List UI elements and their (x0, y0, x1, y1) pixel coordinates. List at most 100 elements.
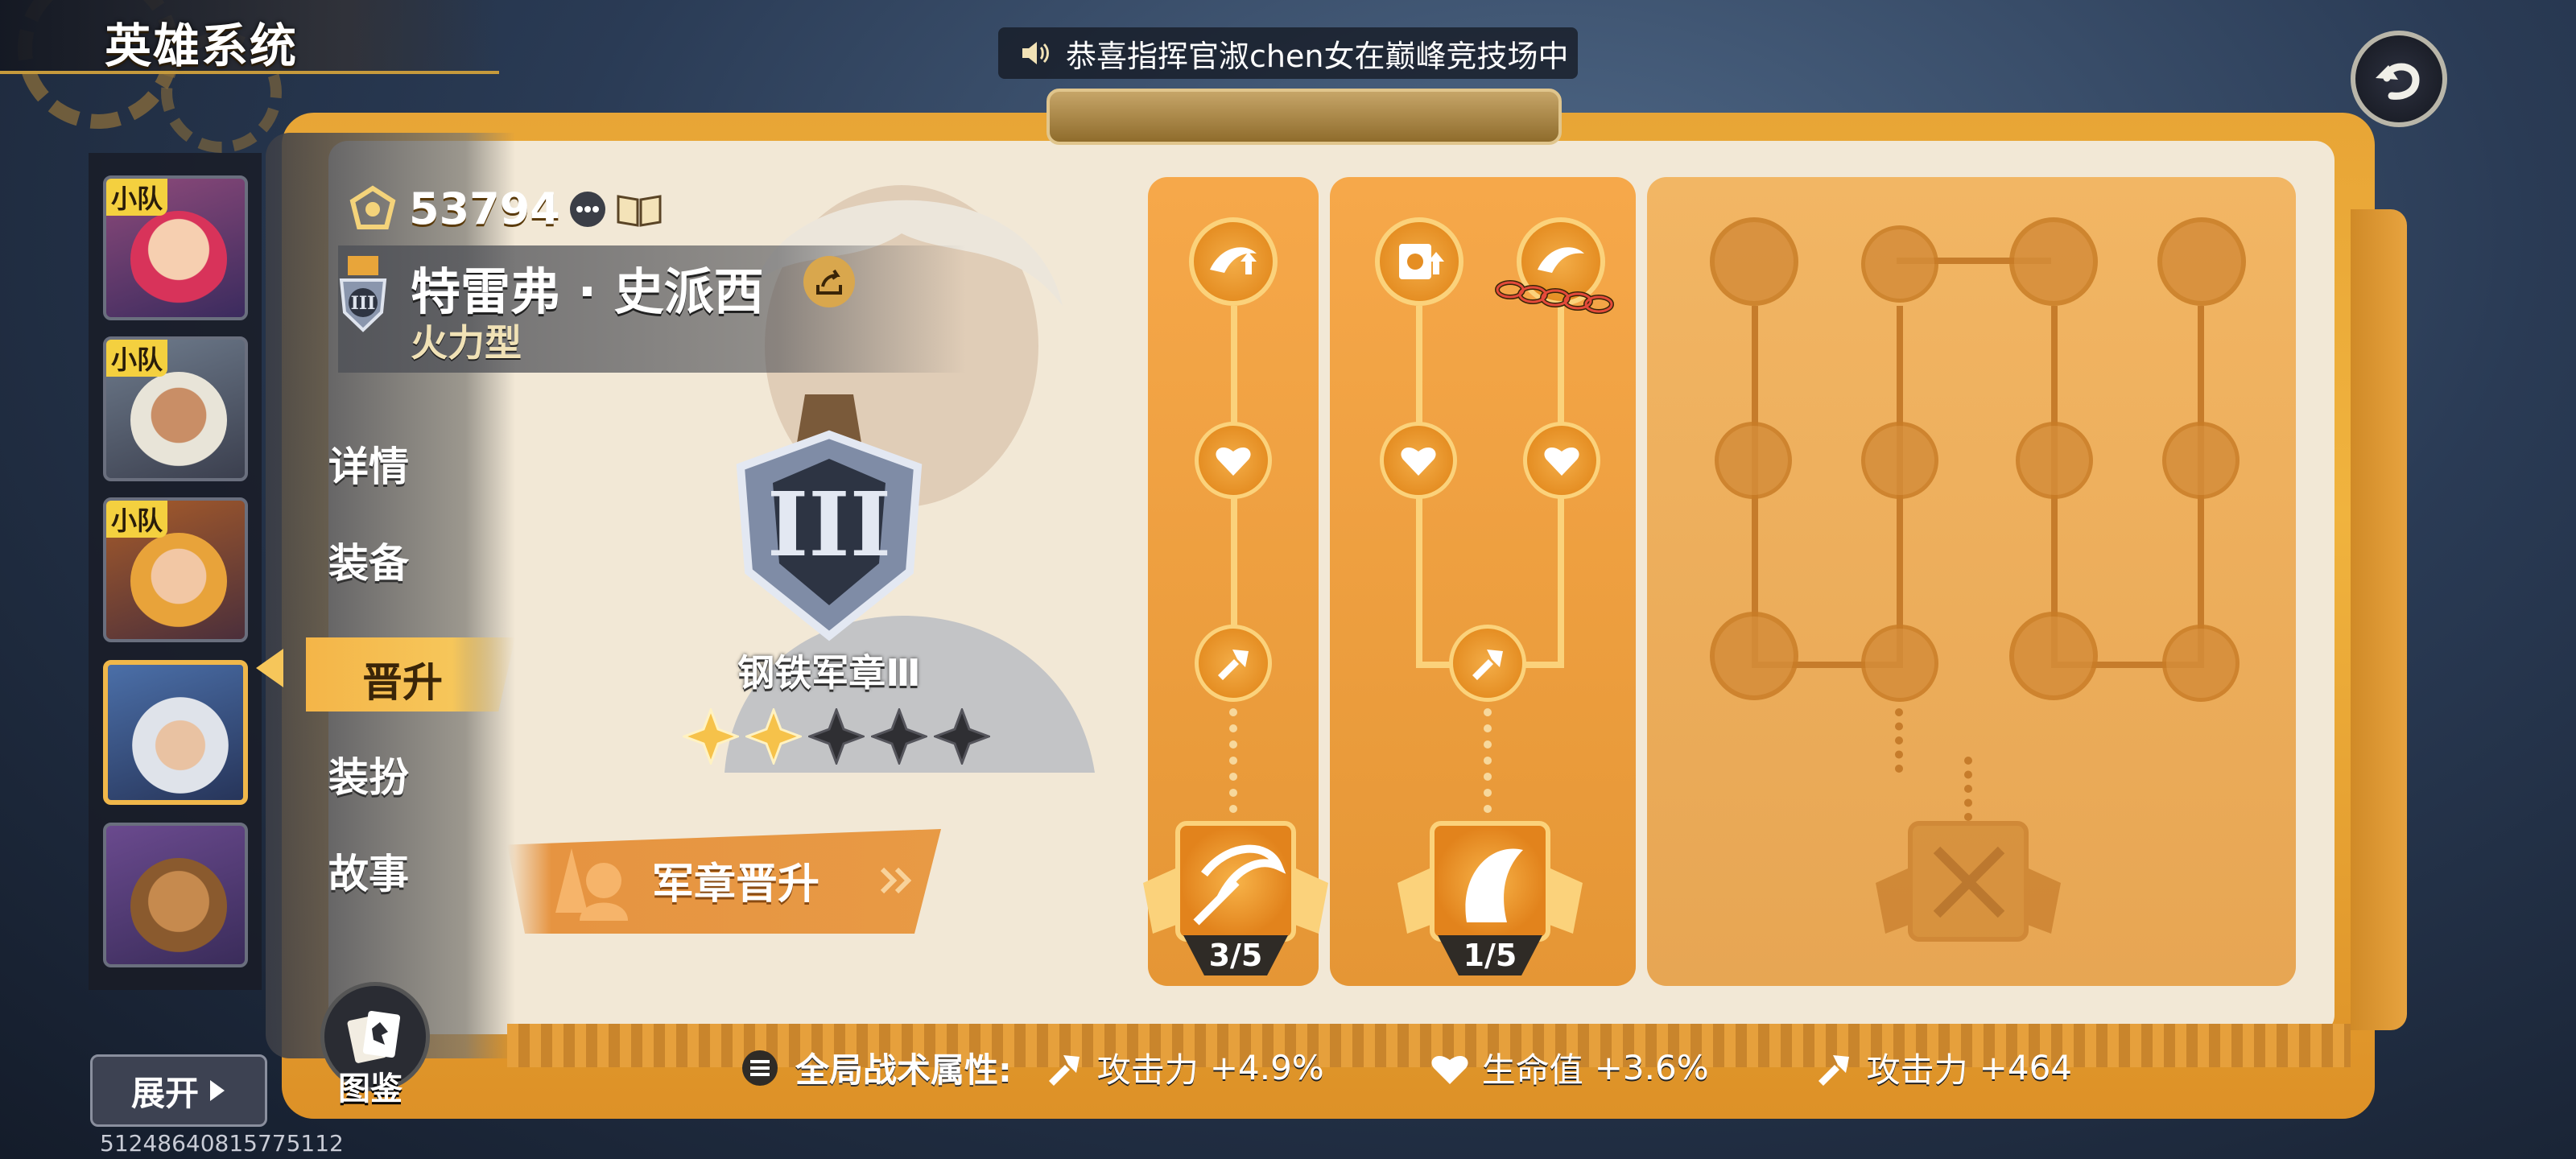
badge-emblem (1175, 821, 1296, 942)
skill-node[interactable] (1380, 422, 1457, 499)
share-button[interactable] (803, 256, 855, 307)
skill-node[interactable] (1195, 625, 1272, 702)
hero-card[interactable] (103, 823, 248, 967)
skill-node-locked[interactable] (1861, 225, 1938, 303)
medal-promote-button[interactable]: 军章晋升 (507, 829, 941, 934)
announcement-ticker: 恭喜指挥官淑chen女在巅峰竞技场中 (998, 27, 1578, 79)
medal-emblem: III (736, 394, 923, 641)
hero-portrait (130, 533, 227, 629)
stat-item: 生命值 +3.6% (1429, 1043, 1709, 1092)
skill-node-locked[interactable] (2016, 422, 2093, 499)
team-tag: 小队 (106, 501, 168, 538)
hero-portrait (130, 858, 227, 955)
attack-icon (1472, 650, 1503, 680)
tree-dotted-connector (1484, 708, 1492, 813)
skill-node-locked[interactable] (1710, 612, 1798, 700)
nav-item-outfit[interactable]: 装扮 (328, 745, 409, 803)
nav-active-arrow (256, 649, 283, 687)
hero-name: 特雷弗 · 史派西 (411, 262, 764, 321)
attack-icon (1218, 650, 1249, 680)
skill-node-locked[interactable] (1861, 422, 1938, 499)
skill-node[interactable] (1195, 422, 1272, 499)
skill-node-locked[interactable] (1710, 217, 1798, 306)
star-empty-icon (871, 708, 927, 765)
skill-node-locked[interactable] (2157, 217, 2246, 306)
tree-badge-1[interactable]: 3/5 (1143, 821, 1328, 975)
skill-upgrade-icon (1210, 247, 1257, 274)
book-icon[interactable] (615, 190, 663, 229)
tree-badge-2[interactable]: 1/5 (1397, 821, 1583, 975)
stat-value: +464 (1979, 1048, 2073, 1087)
combat-power-icon (349, 184, 396, 229)
medal-promote-label: 军章晋升 (652, 860, 820, 909)
user-id: 51248640815775112 (100, 1130, 344, 1157)
skill-node[interactable] (1375, 217, 1463, 306)
rank-badge-icon: III (339, 256, 387, 332)
nav-item-promotion[interactable]: 晋升 (362, 650, 443, 708)
page-title: 英雄系统 (105, 19, 299, 73)
cards-icon (347, 1010, 401, 1063)
star-empty-icon (934, 708, 990, 765)
expand-label: 展开 (130, 1073, 199, 1113)
nav-item-details[interactable]: 详情 (328, 435, 409, 493)
attack-icon (1818, 1054, 1849, 1086)
team-tag: 小队 (106, 340, 168, 377)
global-stats: 全局战术属性: 攻击力 +4.9% 生命值 +3.6% 攻击力 +464 (741, 1043, 2072, 1092)
list-icon (742, 1050, 778, 1086)
svg-text:III: III (351, 293, 376, 314)
team-tag: 小队 (106, 179, 168, 216)
stat-label: 攻击力 (1096, 1050, 1199, 1090)
skill-node-locked[interactable] (2162, 422, 2240, 499)
skill-node-locked[interactable] (1861, 625, 1938, 702)
hero-card-selected[interactable] (103, 660, 248, 805)
speaker-icon (1022, 42, 1049, 64)
badge-emblem (1430, 821, 1550, 942)
heart-icon (1216, 447, 1251, 476)
nav-item-equipment[interactable]: 装备 (328, 531, 409, 589)
return-icon (2376, 63, 2420, 100)
hero-class: 火力型 (411, 321, 522, 365)
nav-item-story[interactable]: 故事 (328, 842, 409, 900)
hero-portrait (130, 372, 227, 468)
hero-card[interactable]: 小队 (103, 497, 248, 642)
hero-portrait (130, 211, 227, 307)
warrior-icon (1465, 848, 1523, 922)
board-clip (1046, 89, 1562, 145)
medal-name: 钢铁军章Ⅲ (737, 651, 921, 695)
star-filled-icon (683, 708, 739, 765)
skill-node[interactable] (1523, 422, 1600, 499)
more-icon[interactable] (568, 190, 607, 229)
ticker-text: 恭喜指挥官淑chen女在巅峰竞技场中 (1066, 38, 1569, 74)
skill-node-locked[interactable] (2162, 625, 2240, 702)
star-filled-icon (745, 708, 802, 765)
share-icon (816, 269, 842, 295)
heart-icon (1401, 447, 1436, 476)
tree-badge-3-locked[interactable] (1876, 821, 2061, 966)
hero-card[interactable]: 小队 (103, 175, 248, 320)
stats-title: 全局战术属性: (795, 1050, 1012, 1090)
heart-icon (1544, 447, 1579, 476)
stat-value: +4.9% (1209, 1048, 1324, 1087)
star-empty-icon (808, 708, 865, 765)
skill-node-locked[interactable] (1715, 422, 1792, 499)
stat-value: +3.6% (1594, 1048, 1709, 1087)
power-value: 53794 (409, 184, 560, 234)
double-chevron-icon (880, 867, 912, 894)
stat-item: 攻击力 +464 (1814, 1043, 2072, 1092)
skill-node[interactable] (1449, 625, 1526, 702)
badge-emblem (1908, 821, 2029, 942)
promote-icon (555, 848, 628, 921)
expand-button[interactable]: 展开 (90, 1054, 267, 1127)
stat-item: 攻击力 +4.9% (1044, 1043, 1324, 1092)
back-button[interactable] (2351, 31, 2447, 127)
skill-node-locked[interactable] (2009, 217, 2098, 306)
skill-node-locked[interactable] (2009, 612, 2098, 700)
skill-card-icon (1399, 244, 1444, 279)
hero-card[interactable]: 小队 (103, 336, 248, 481)
tree-dotted-connector (1964, 757, 1972, 821)
sword-slash-icon (1193, 844, 1286, 926)
skill-node[interactable] (1189, 217, 1278, 306)
hero-portrait (132, 697, 229, 794)
power-row: 53794 (345, 184, 663, 234)
page-edge (2351, 209, 2407, 1030)
